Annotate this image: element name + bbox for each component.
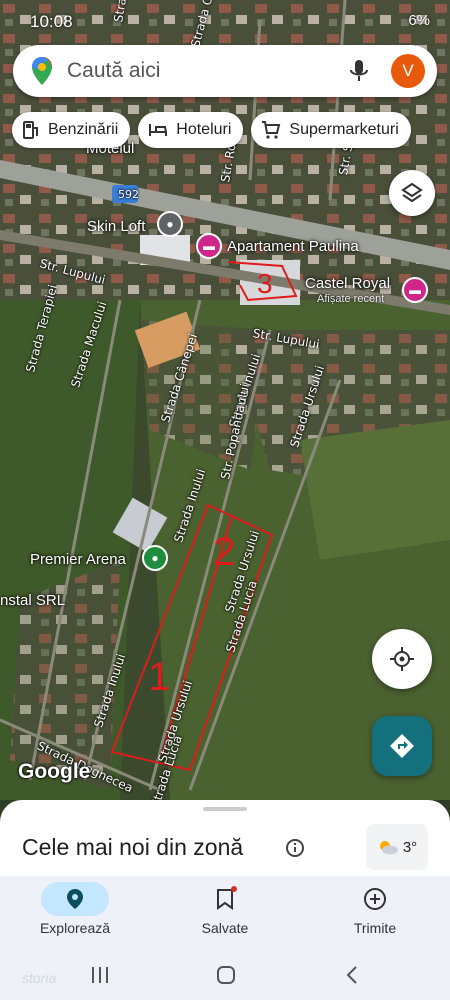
info-icon[interactable] xyxy=(285,838,305,858)
home-icon[interactable] xyxy=(216,965,236,985)
poi-castel-sublabel: Afișate recent xyxy=(317,293,385,305)
chip-label: Hoteluri xyxy=(176,121,232,138)
nav-contribute[interactable]: Trimite xyxy=(300,876,450,946)
recent-apps-icon[interactable] xyxy=(90,966,110,984)
add-circle-icon xyxy=(364,888,386,910)
poi-castel-label[interactable]: Castel Royal xyxy=(305,275,390,292)
temperature: 3° xyxy=(402,838,418,856)
arena-pin-icon[interactable]: ● xyxy=(142,545,168,571)
crosshair-icon xyxy=(390,647,414,671)
search-bar[interactable]: Caută aici V xyxy=(13,45,437,97)
category-chips: Benzinării Hoteluri Supermarketuri xyxy=(12,112,411,148)
gas-station-icon xyxy=(23,121,38,139)
partly-cloudy-icon xyxy=(379,841,398,855)
status-battery: 6% xyxy=(408,12,430,29)
sheet-title: Cele mai noi din zonă xyxy=(22,834,244,860)
my-location-button[interactable] xyxy=(372,629,432,689)
nav-label: Explorează xyxy=(39,920,111,936)
sheet-drag-handle[interactable] xyxy=(203,807,247,811)
skin-loft-pin-icon[interactable]: ● xyxy=(157,211,183,237)
shopping-cart-icon xyxy=(262,121,281,139)
system-navigation-bar xyxy=(0,946,450,1000)
poi-apartament-label[interactable]: Apartament Paulina xyxy=(227,238,359,255)
directions-button[interactable] xyxy=(372,716,432,776)
chip-hotels[interactable]: Hoteluri xyxy=(138,112,244,148)
status-time: 10:08 xyxy=(30,12,73,31)
annotation-2: 2 xyxy=(213,530,236,574)
poi-instal-label[interactable]: nstal SRL xyxy=(0,592,65,609)
nav-label: Salvate xyxy=(201,920,249,936)
route-shield: 592 xyxy=(118,188,139,201)
layers-icon xyxy=(401,182,423,203)
chip-label: Supermarketuri xyxy=(289,121,399,138)
layers-button[interactable] xyxy=(389,170,435,216)
castel-pin-icon[interactable]: ▬ xyxy=(402,277,428,303)
bottom-sheet[interactable]: Cele mai noi din zonă 3° xyxy=(0,800,450,880)
google-maps-pin-icon xyxy=(32,57,52,85)
annotation-3: 3 xyxy=(257,268,273,299)
poi-arena-label[interactable]: Premier Arena xyxy=(30,551,126,568)
hotel-pin-icon[interactable]: ▬ xyxy=(196,233,222,259)
notification-dot xyxy=(231,886,237,892)
chip-supermarkets[interactable]: Supermarketuri xyxy=(251,112,411,148)
microphone-icon[interactable] xyxy=(349,59,369,83)
nav-explore[interactable]: Explorează xyxy=(0,876,150,946)
annotation-1: 1 xyxy=(148,655,171,699)
account-avatar[interactable]: V xyxy=(391,54,425,88)
nav-label: Trimite xyxy=(353,920,397,936)
chip-label: Benzinării xyxy=(48,121,119,138)
bottom-navigation: Explorează Salvate Trimite xyxy=(0,876,450,946)
search-input[interactable]: Caută aici xyxy=(67,59,349,83)
storia-watermark: storia xyxy=(22,970,57,986)
poi-skin-loft-label[interactable]: Skin Loft xyxy=(87,218,145,235)
hotel-icon xyxy=(149,124,168,136)
google-logo: Google xyxy=(18,760,91,783)
weather-chip[interactable]: 3° xyxy=(366,824,428,870)
chip-gas-stations[interactable]: Benzinării xyxy=(12,112,131,148)
back-icon[interactable] xyxy=(345,965,359,985)
directions-icon xyxy=(390,734,414,758)
location-pin-icon xyxy=(67,889,83,909)
nav-saved[interactable]: Salvate xyxy=(150,876,300,946)
